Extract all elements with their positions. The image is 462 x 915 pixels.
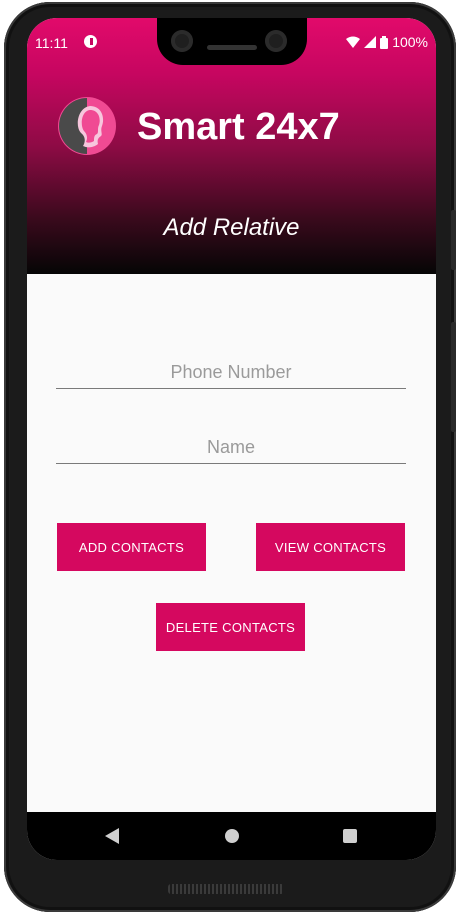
delete-contacts-button[interactable]: DELETE CONTACTS [156,603,305,651]
battery-icon [380,35,389,49]
volume-button [451,322,456,432]
home-icon[interactable] [225,829,239,843]
data-saver-icon [84,35,97,48]
earpiece-speaker [207,45,257,50]
back-icon[interactable] [105,828,119,844]
front-camera-icon [171,30,193,52]
cellular-signal-icon [364,36,377,48]
name-input[interactable] [56,431,406,464]
battery-percent: 100% [392,34,428,50]
page-subtitle: Add Relative [163,214,300,241]
woman-profile-logo-icon [58,97,116,155]
header: 11:11 100% Smart 24x7 Add Relative [27,18,436,274]
camera-notch [157,18,307,65]
wifi-icon [346,36,361,48]
view-contacts-button[interactable]: VIEW CONTACTS [256,523,405,571]
phone-number-input[interactable] [56,356,406,389]
status-time: 11:11 [35,35,68,51]
bottom-speaker-grille [168,884,284,894]
status-icons: 100% [346,34,428,50]
screen: 11:11 100% Smart 24x7 Add Relative Phone… [27,18,436,860]
add-contacts-button[interactable]: ADD CONTACTS [57,523,206,571]
front-camera-icon [265,30,287,52]
app-title: Smart 24x7 [137,106,340,148]
navigation-bar [27,812,436,860]
power-button [451,210,456,270]
recents-icon[interactable] [343,829,357,843]
